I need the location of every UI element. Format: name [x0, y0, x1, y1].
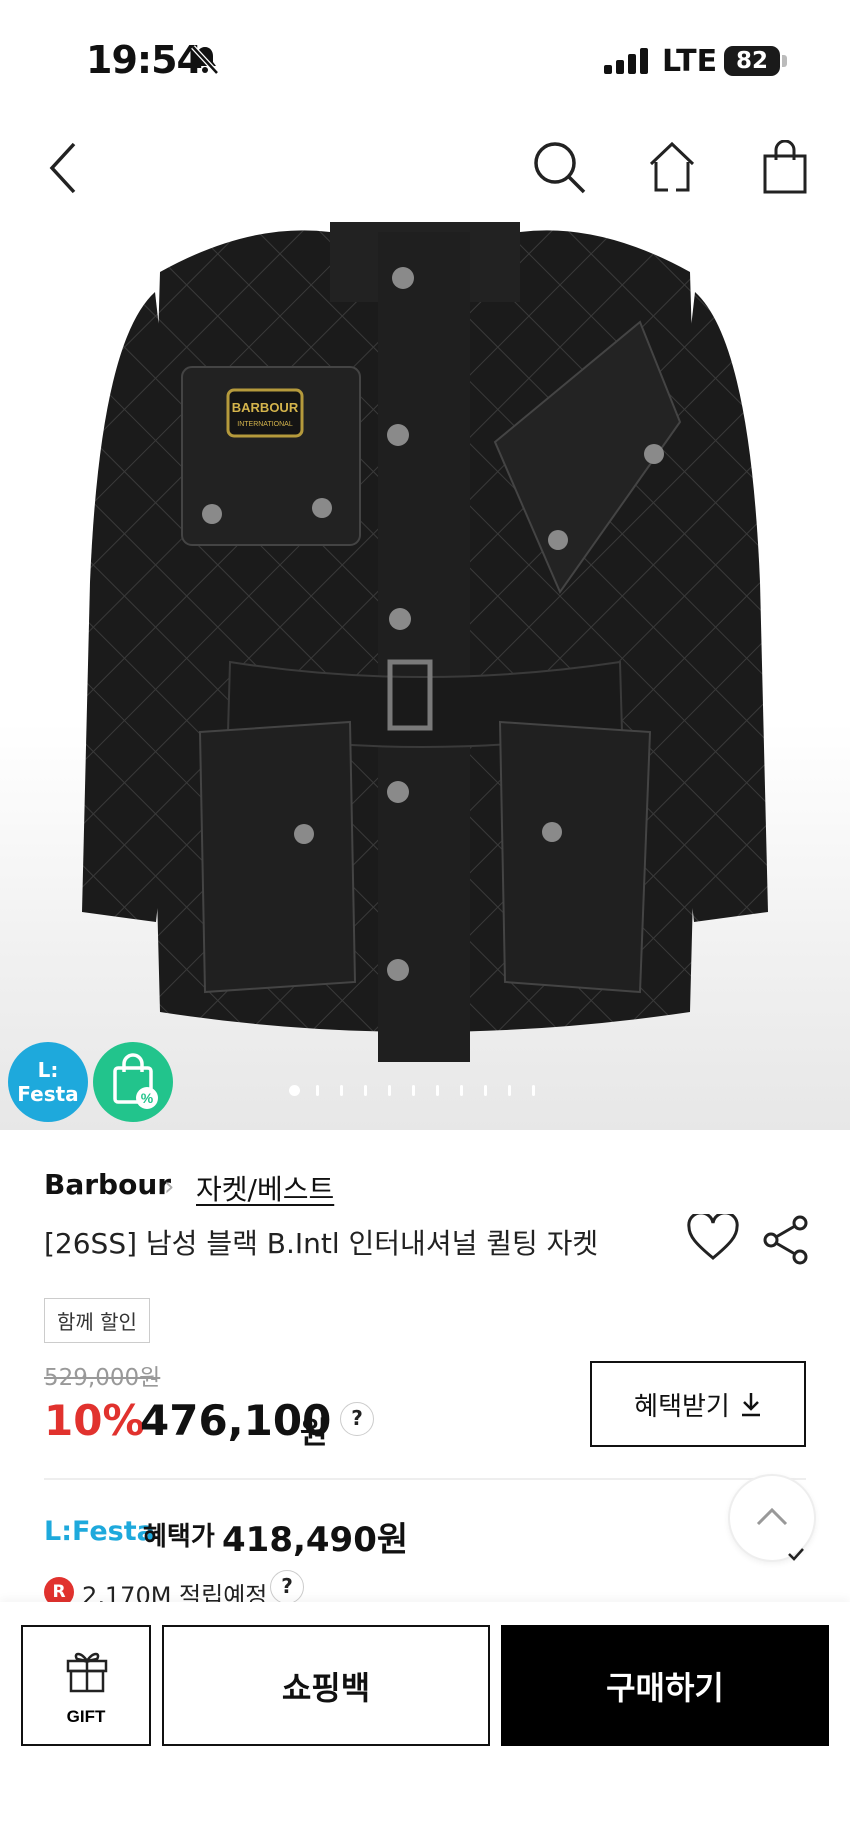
pagination-dot[interactable] [412, 1084, 415, 1096]
divider [44, 1478, 806, 1480]
network-label: LTE [662, 44, 718, 79]
shopping-bag-icon[interactable] [762, 139, 808, 200]
status-time: 19:54 [86, 38, 203, 82]
svg-text:INTERNATIONAL: INTERNATIONAL [237, 421, 293, 428]
buy-now-button[interactable]: 구매하기 [501, 1625, 829, 1746]
download-icon [741, 1393, 760, 1417]
share-icon[interactable] [762, 1214, 810, 1270]
original-price: 529,000원 [44, 1365, 161, 1391]
gift-label: GIFT [66, 1707, 106, 1726]
pagination-dot[interactable] [460, 1084, 463, 1096]
svg-text:BARBOUR: BARBOUR [232, 400, 299, 415]
gift-button[interactable]: GIFT [21, 1625, 151, 1746]
discount-rate: 10% [44, 1396, 145, 1445]
battery-icon: 82 [724, 46, 780, 76]
search-icon[interactable] [532, 140, 588, 200]
jacket-image: BARBOUR INTERNATIONAL [82, 222, 768, 1062]
lfesta-badge-line1: L: [37, 1058, 59, 1082]
bell-muted-icon [190, 44, 220, 80]
battery-tip [782, 55, 787, 67]
get-benefit-label: 혜택받기 [634, 1390, 730, 1421]
price-help-icon[interactable]: ? [340, 1402, 374, 1436]
add-to-bag-button[interactable]: 쇼핑백 [162, 1625, 490, 1746]
pagination-dot[interactable] [316, 1084, 319, 1096]
discount-bag-icon[interactable]: % [93, 1042, 173, 1122]
price-unit: 원 [300, 1416, 328, 1451]
image-pagination [289, 1084, 556, 1096]
pagination-dot[interactable] [340, 1084, 343, 1096]
svg-text:%: % [141, 1090, 154, 1106]
lfesta-badge-line2: Festa [17, 1082, 79, 1106]
chevron-right-icon: › [164, 1172, 175, 1202]
lfesta-label: L:Festa [44, 1516, 155, 1547]
together-discount-tag: 함께 할인 [44, 1298, 150, 1343]
pagination-dot[interactable] [436, 1084, 439, 1096]
top-nav [0, 130, 850, 220]
benefit-price-label: 혜택가 [143, 1522, 215, 1552]
product-title: [26SS] 남성 블랙 B.Intl 인터내셔널 퀼팅 자켓 [44, 1227, 599, 1260]
gift-icon [66, 1652, 108, 1693]
brand-link[interactable]: Barbour [44, 1168, 171, 1201]
benefit-price: 418,490원 [222, 1520, 409, 1560]
pagination-dot[interactable] [508, 1084, 511, 1096]
signal-icon [604, 48, 650, 78]
pagination-dot[interactable] [388, 1084, 391, 1096]
home-icon[interactable] [648, 140, 696, 200]
pagination-dot[interactable] [364, 1084, 367, 1096]
status-bar: 19:54 LTE 82 [0, 0, 850, 110]
lfesta-badge[interactable]: L: Festa [8, 1042, 88, 1122]
product-image[interactable]: BARBOUR INTERNATIONAL [0, 222, 850, 1130]
pagination-dot[interactable] [484, 1084, 487, 1096]
heart-icon[interactable] [686, 1211, 740, 1266]
get-benefit-button[interactable]: 혜택받기 [590, 1361, 806, 1447]
pagination-dot[interactable] [532, 1084, 535, 1096]
pagination-dot-active[interactable] [289, 1084, 300, 1096]
points-help-icon[interactable]: ? [270, 1570, 304, 1604]
category-link[interactable]: 자켓/베스트 [196, 1168, 334, 1208]
chevron-left-icon[interactable] [44, 140, 84, 200]
check-icon [786, 1546, 806, 1566]
